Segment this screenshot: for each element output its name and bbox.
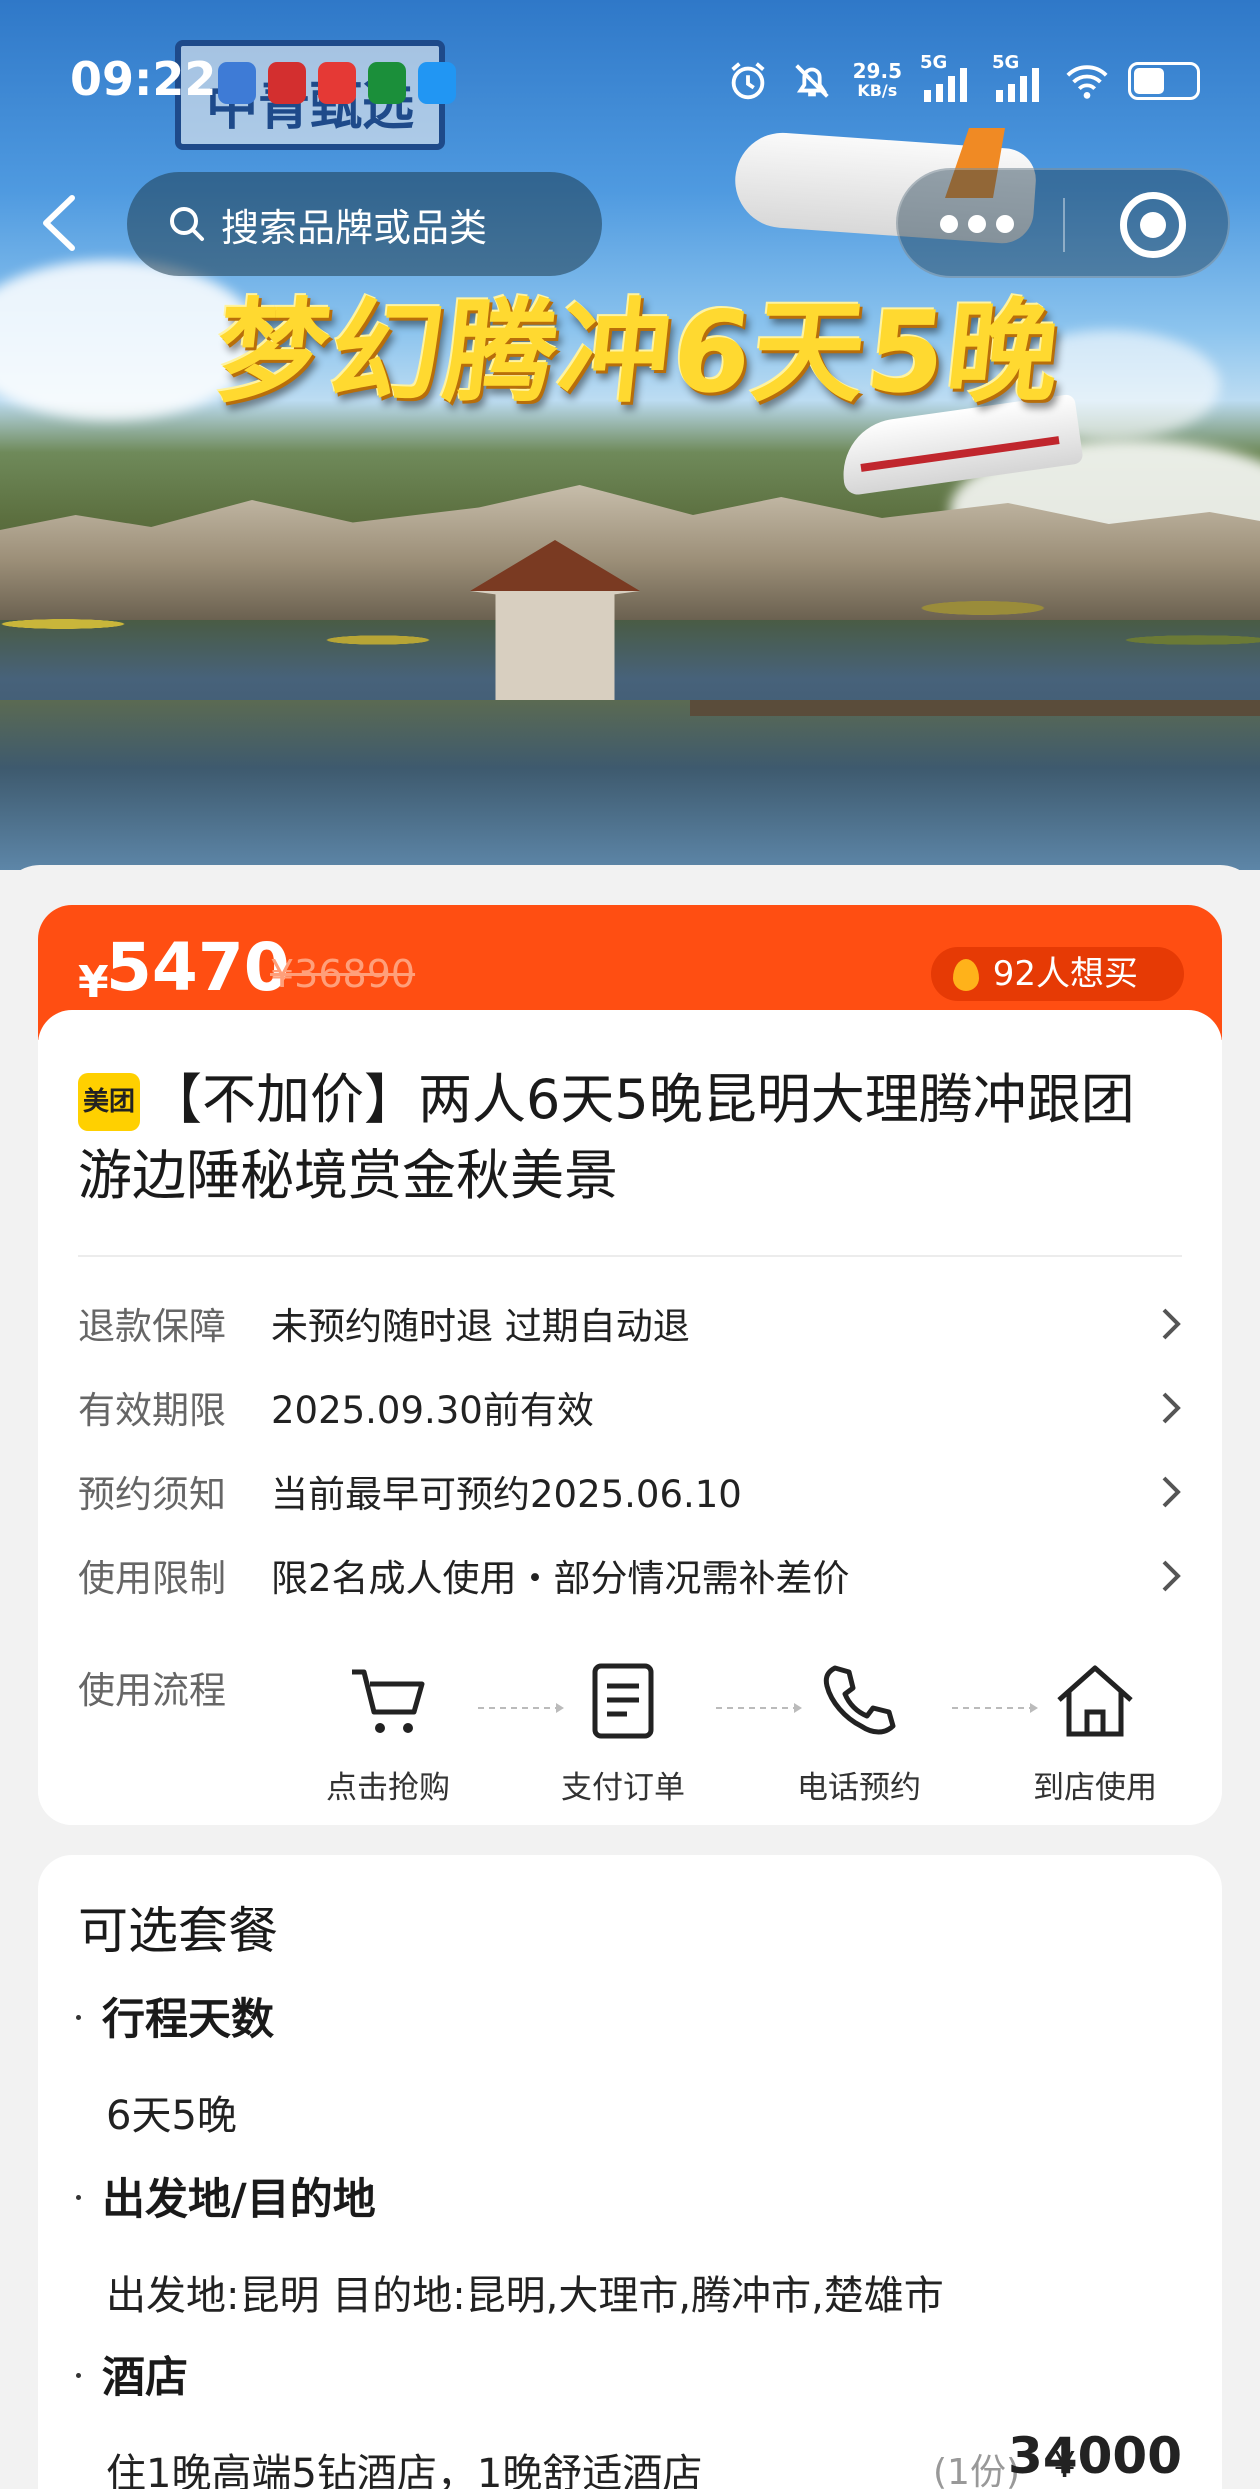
status-bar: 09:22 29.5 KB/s 5G 5G [0, 0, 1260, 160]
order-document-icon [592, 1663, 654, 1739]
phone-icon [823, 1665, 896, 1735]
chevron-right-icon [1162, 1308, 1181, 1340]
bullet-dot [76, 2015, 81, 2020]
chevron-right-icon [1162, 1392, 1181, 1424]
app-notification-icon [418, 62, 456, 104]
product-title: 美团 【不加价】两人6天5晚昆明大理腾冲跟团游边陲秘境赏金秋美景 [78, 1068, 1135, 1207]
cart-icon [352, 1669, 425, 1733]
hotel-price: 34000 [1008, 2427, 1182, 2485]
bullet-dot [76, 2373, 81, 2378]
back-arrow-icon[interactable] [30, 188, 90, 258]
net-speed: 29.5 KB/s [852, 59, 902, 100]
signal-icon: 5G [992, 52, 1046, 104]
hero-water [0, 700, 1260, 870]
close-target-icon[interactable] [1120, 192, 1186, 258]
chevron-right-icon [1162, 1476, 1181, 1508]
status-notification-icons [218, 62, 456, 104]
info-row-refund[interactable]: 退款保障 未预约随时退 过期自动退 [78, 1296, 1188, 1356]
mute-bell-icon [794, 64, 829, 98]
section-hotel-value[interactable]: 住1晚高端5钻酒店，1晚舒适酒店 [106, 2441, 702, 2489]
section-route-value[interactable]: 出发地:昆明 目的地:昆明,大理市,腾冲市,楚雄市 [106, 2263, 944, 2321]
capsule-divider [1063, 198, 1065, 252]
info-row-restriction[interactable]: 使用限制 限2名成人使用・部分情况需补差价 [78, 1548, 1188, 1608]
hotel-quantity: (1份) [933, 2452, 1020, 2489]
chevron-right-icon [1162, 1560, 1181, 1592]
alarm-icon [731, 62, 765, 100]
hero-title: 梦幻腾冲6天5晚 [210, 288, 1068, 418]
price-card: ¥ 5470 ¥36890 92人想买 美团 【不加价】两人6天5晚昆明大理腾冲跟… [38, 905, 1222, 1825]
search-input[interactable]: 搜索品牌或品类 [127, 172, 602, 276]
battery-icon [1128, 62, 1200, 100]
flow-label: 使用流程 [78, 1669, 226, 1712]
app-notification-icon [268, 62, 306, 104]
flow-step-pay: 支付订单 [543, 1660, 703, 1807]
meituan-badge: 美团 [78, 1073, 140, 1131]
want-count-badge: 92人想买 [930, 947, 1184, 1001]
original-price: ¥36890 [270, 952, 416, 996]
status-time: 09:22 [70, 52, 217, 106]
info-row-validity[interactable]: 有效期限 2025.09.30前有效 [78, 1380, 1188, 1440]
mini-program-capsule [896, 168, 1230, 278]
info-row-booking[interactable]: 预约须知 当前最早可预约2025.06.10 [78, 1464, 1188, 1524]
app-notification-icon [368, 62, 406, 104]
app-notification-icon [318, 62, 356, 104]
status-right: 29.5 KB/s 5G 5G [725, 52, 1200, 104]
home-icon [1057, 1665, 1133, 1737]
search-placeholder: 搜索品牌或品类 [221, 205, 488, 250]
product-info: 美团 【不加价】两人6天5晚昆明大理腾冲跟团游边陲秘境赏金秋美景 退款保障 未预约… [38, 1010, 1222, 1825]
package-title: 可选套餐 [78, 1902, 278, 1960]
section-hotel-heading: 酒店 [102, 2353, 188, 2403]
hero-trees [0, 560, 1260, 720]
current-price: 5470 [106, 929, 290, 1006]
wifi-icon [1066, 65, 1108, 99]
flow-step-buy: 点击抢购 [308, 1660, 468, 1807]
package-card: 可选套餐 行程天数 6天5晚 出发地/目的地 出发地:昆明 目的地:昆明,大理市… [38, 1855, 1222, 2489]
divider [78, 1255, 1182, 1257]
section-days-heading: 行程天数 [102, 1995, 274, 2045]
usage-flow: 使用流程 点击抢购 支付订单 电话预约 到店使用 [78, 1660, 1188, 1820]
flow-step-store: 到店使用 [1015, 1660, 1175, 1807]
flame-icon [952, 959, 979, 991]
bullet-dot [76, 2195, 81, 2200]
section-route-heading: 出发地/目的地 [102, 2175, 376, 2225]
currency-symbol: ¥ [78, 957, 109, 1008]
hero-bridge [690, 700, 1260, 716]
signal-icon: 5G [920, 52, 974, 104]
app-notification-icon [218, 62, 256, 104]
flow-step-call: 电话预约 [779, 1660, 939, 1807]
section-days-value[interactable]: 6天5晚 [106, 2083, 237, 2141]
more-menu-icon[interactable] [940, 215, 1014, 233]
search-icon [170, 207, 204, 241]
